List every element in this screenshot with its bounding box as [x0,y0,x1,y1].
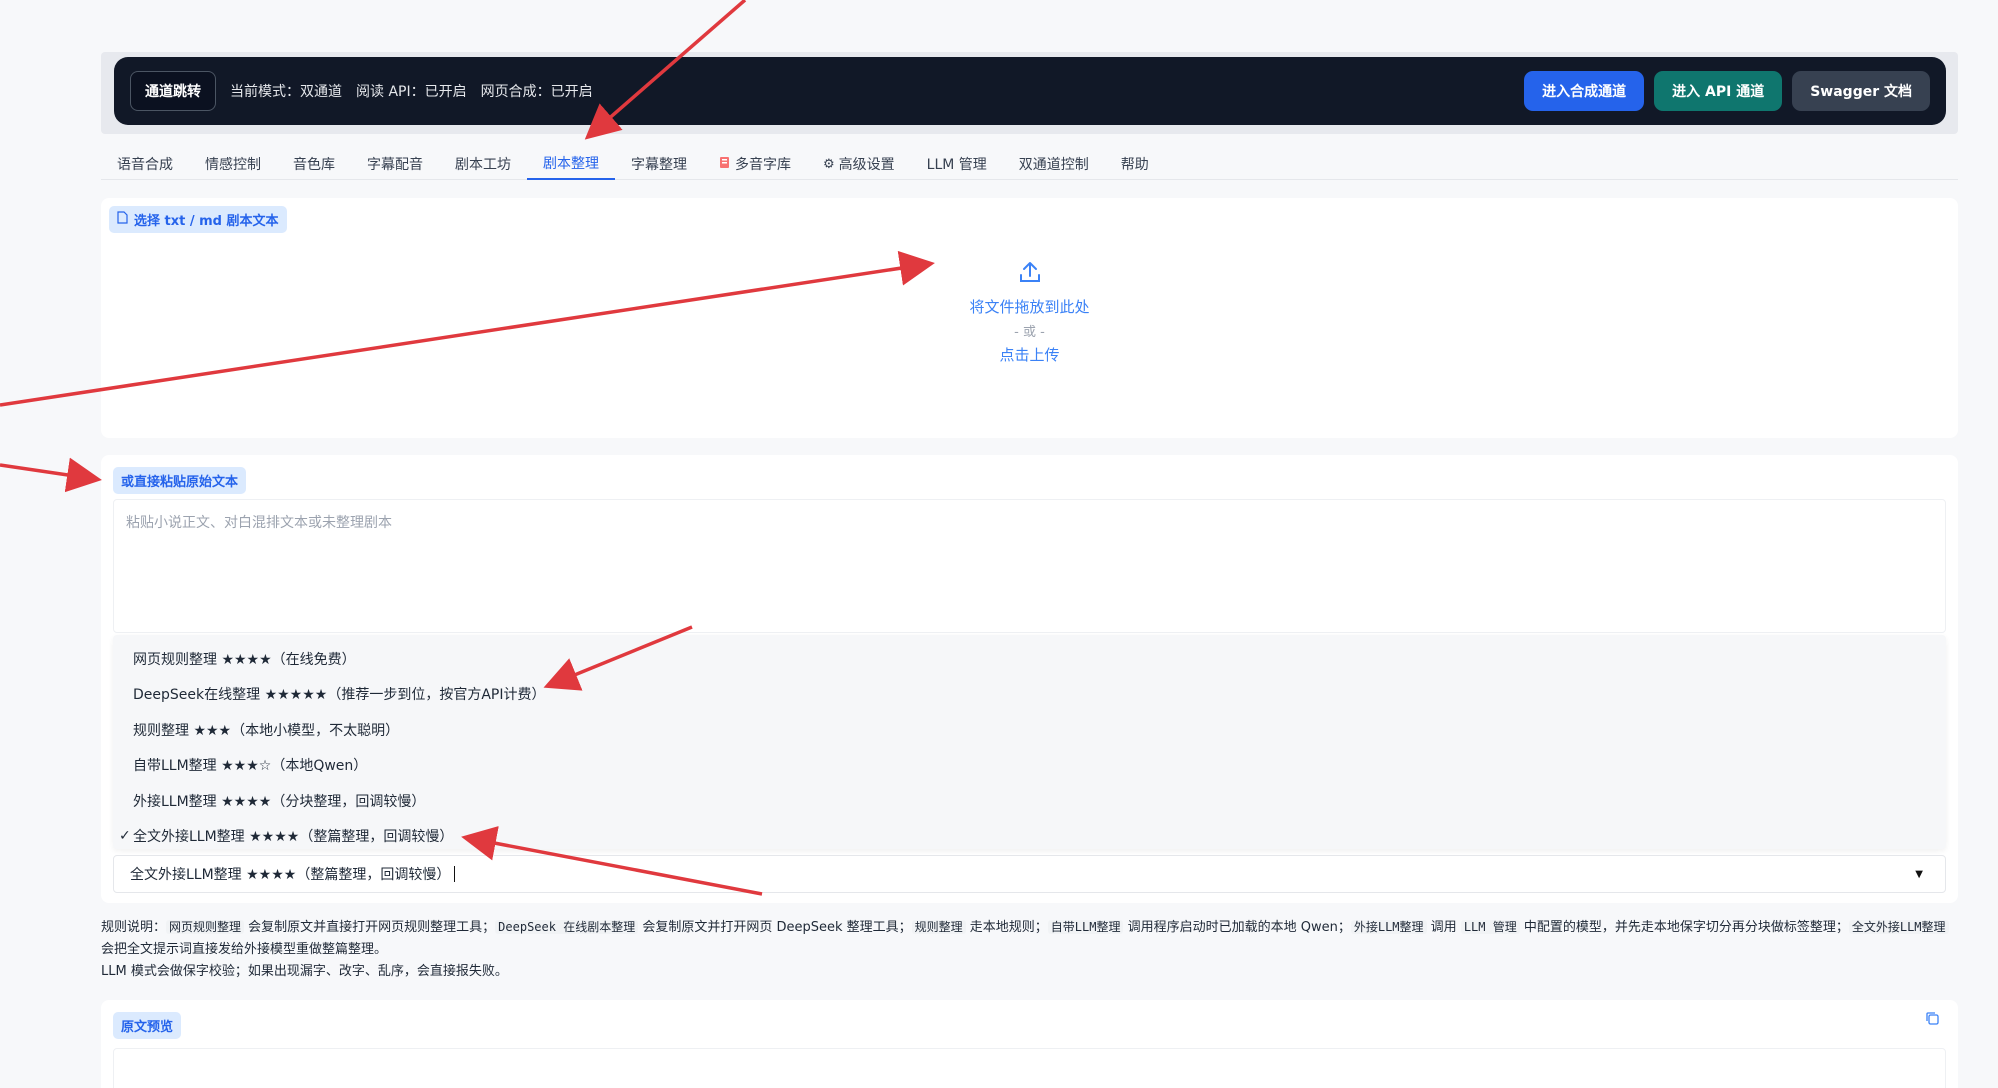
swagger-docs-button[interactable]: Swagger 文档 [1792,71,1930,111]
tab-emotion[interactable]: 情感控制 [189,148,277,180]
code-web-rule: 网页规则整理 [166,920,245,934]
dropdown-option[interactable]: 外接LLM整理 ★★★★（分块整理，回调较慢） [113,783,1946,819]
notes-text: 会复制原文并直接打开网页规则整理工具； [244,920,496,935]
rules-line-2: LLM 模式会做保字校验；如果出现漏字、改字、乱序，会直接报失败。 [101,964,508,979]
select-value: 全文外接LLM整理 ★★★★（整篇整理，回调较慢） [130,867,451,883]
notes-prefix: 规则说明： [101,920,167,935]
upload-icon [1016,258,1044,286]
paste-panel: 或直接粘贴原始文本 粘贴小说正文、对白混排文本或未整理剧本 网页规则整理 ★★★… [101,455,1958,903]
tab-help[interactable]: 帮助 [1105,148,1165,180]
tab-subtitle-dubbing[interactable]: 字幕配音 [351,148,439,180]
tab-label: 情感控制 [205,157,261,173]
or-text: - 或 - [1014,325,1045,340]
upload-label: 选择 txt / md 剧本文本 [109,206,287,233]
dropdown-option[interactable]: 自带LLM整理 ★★★☆（本地Qwen） [113,748,1946,784]
tab-dual-channel[interactable]: 双通道控制 [1003,148,1105,180]
paste-label: 或直接粘贴原始文本 [113,467,247,494]
page: 通道跳转 当前模式：双通道 阅读 API：已开启 网页合成：已开启 进入合成通道… [0,0,1998,1088]
option-label: 全文外接LLM整理 ★★★★（整篇整理，回调较慢） [133,829,454,846]
tab-label: 多音字库 [735,157,791,173]
tab-bar: 语音合成 情感控制 音色库 字幕配音 剧本工坊 剧本整理 字幕整理 多音字库 ⚙… [101,148,1958,180]
enter-synth-channel-button[interactable]: 进入合成通道 [1524,71,1645,111]
raw-text-input[interactable]: 粘贴小说正文、对白混排文本或未整理剧本 [113,499,1946,633]
tab-label: 剧本工坊 [455,157,511,173]
notes-text: 走本地规则； [965,920,1048,935]
top-actions: 进入合成通道 进入 API 通道 Swagger 文档 [1524,71,1930,111]
dropdown-option[interactable]: DeepSeek在线整理 ★★★★★（推荐一步到位，按官方API计费） [113,677,1946,713]
dropdown-option-selected[interactable]: ✓ 全文外接LLM整理 ★★★★（整篇整理，回调较慢） [113,819,1946,855]
rules-notes: 规则说明： 网页规则整理 会复制原文并直接打开网页规则整理工具； DeepSeek … [101,916,1958,983]
drop-text: 将文件拖放到此处 [969,298,1090,316]
code-llm-manage: LLM 管理 [1460,920,1520,934]
notes-text: 会复制原文并打开网页 DeepSeek 整理工具； [638,920,912,935]
tab-label: 音色库 [293,157,335,173]
code-external-llm: 外接LLM整理 [1350,920,1427,934]
file-upload-panel: 选择 txt / md 剧本文本 将文件拖放到此处 - 或 - 点击上传 [101,198,1958,438]
tab-subtitle-organize[interactable]: 字幕整理 [615,148,703,180]
tab-polyphone-library[interactable]: 多音字库 [703,148,807,180]
code-deepseek: DeepSeek 在线剧本整理 [495,920,639,934]
gear-icon: ⚙ [823,156,835,172]
tab-label: 双通道控制 [1018,157,1089,173]
tab-advanced-settings[interactable]: ⚙ 高级设置 [807,148,911,180]
code-builtin-llm: 自带LLM整理 [1047,920,1124,934]
read-api-status: 阅读 API：已开启 [356,84,467,100]
dropdown-option[interactable]: 规则整理 ★★★（本地小模型，不太聪明） [113,712,1946,748]
organize-mode-dropdown-menu: 网页规则整理 ★★★★（在线免费） DeepSeek在线整理 ★★★★★（推荐一… [113,635,1946,849]
copy-icon[interactable] [1924,1010,1942,1028]
tab-label: LLM 管理 [926,157,987,173]
notes-text: 会把全文提示词直接发给外接模型重做整篇整理。 [101,942,388,957]
mode-status: 当前模式：双通道 [230,84,342,100]
organize-mode-select[interactable]: 全文外接LLM整理 ★★★★（整篇整理，回调较慢） ▼ [113,855,1946,893]
tab-label: 语音合成 [117,157,173,173]
channel-topbar: 通道跳转 当前模式：双通道 阅读 API：已开启 网页合成：已开启 进入合成通道… [114,57,1946,125]
channel-jump-button[interactable]: 通道跳转 [130,71,216,111]
arrow [0,457,102,493]
chevron-down-icon: ▼ [1915,868,1923,880]
rules-line-1: 规则说明： 网页规则整理 会复制原文并直接打开网页规则整理工具； DeepSeek … [101,916,1958,961]
preview-label: 原文预览 [113,1012,182,1039]
status-group: 当前模式：双通道 阅读 API：已开启 网页合成：已开启 [230,81,593,101]
tab-llm-manage[interactable]: LLM 管理 [911,148,1003,180]
tab-label: 字幕整理 [631,157,687,173]
book-icon [719,156,731,173]
notes-text: 调用程序启动时已加载的本地 Qwen； [1123,920,1351,935]
option-label: 网页规则整理 ★★★★（在线免费） [133,651,356,668]
preview-content [113,1048,1946,1088]
notes-text: 中配置的模型，并先走本地保字切分再分块做标签整理； [1519,920,1849,935]
code-full-external-llm: 全文外接LLM整理 [1848,920,1949,934]
option-label: 自带LLM整理 ★★★☆（本地Qwen） [133,758,368,775]
tab-label: 高级设置 [838,157,895,173]
code-rule: 规则整理 [911,920,966,934]
option-label: DeepSeek在线整理 ★★★★★（推荐一步到位，按官方API计费） [133,687,546,704]
tab-tts[interactable]: 语音合成 [101,148,189,180]
tab-voice-library[interactable]: 音色库 [277,148,351,180]
option-label: 规则整理 ★★★（本地小模型，不太聪明） [133,722,400,739]
check-icon: ✓ [119,828,131,845]
tab-script-workshop[interactable]: 剧本工坊 [439,148,527,180]
web-synth-status: 网页合成：已开启 [480,84,593,100]
notes-text: 调用 [1426,920,1461,935]
tab-script-organize[interactable]: 剧本整理 [527,148,615,180]
dropdown-option[interactable]: 网页规则整理 ★★★★（在线免费） [113,641,1946,677]
file-dropzone[interactable]: 将文件拖放到此处 - 或 - 点击上传 [101,258,1958,365]
tab-label: 剧本整理 [543,156,599,172]
upload-label-text: 选择 txt / md 剧本文本 [134,214,279,229]
tab-label: 字幕配音 [367,157,423,173]
text-cursor [454,866,456,882]
option-label: 外接LLM整理 ★★★★（分块整理，回调较慢） [133,793,426,810]
enter-api-channel-button[interactable]: 进入 API 通道 [1654,71,1783,111]
click-upload-text[interactable]: 点击上传 [101,344,1958,365]
file-icon [117,211,128,228]
original-preview-panel: 原文预览 [101,1000,1958,1088]
tab-label: 帮助 [1120,157,1149,173]
